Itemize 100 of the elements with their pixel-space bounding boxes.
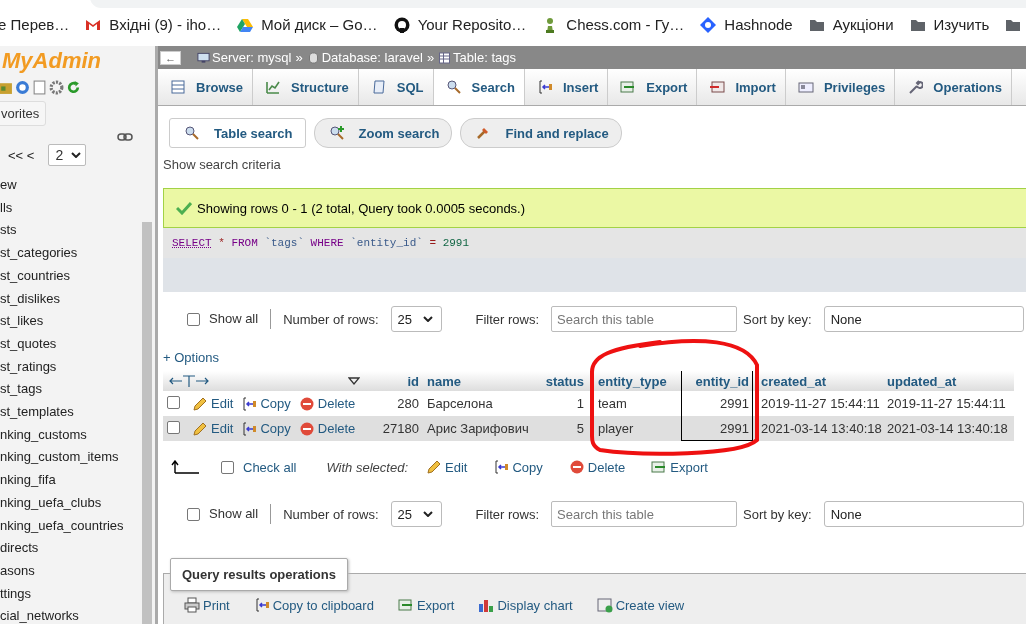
breadcrumb-separator: » [426,50,435,65]
tab[interactable]: Export [608,69,698,105]
sql-token: `entity_id` [350,237,423,249]
page-previous-link[interactable]: << < [8,147,35,163]
operation-link[interactable]: Print [184,597,230,613]
search-mode-button[interactable]: Zoom search [313,118,453,148]
table-link[interactable]: nking_custom_items [0,446,141,470]
table-link[interactable]: st_ratings [0,355,141,379]
options-link[interactable]: + Options [163,350,219,365]
rows-label: Number of rows: [283,311,379,327]
filter-field[interactable]: Search this table [551,306,738,332]
operation-link[interactable]: Copy to clipboard [253,597,374,613]
show-search-criteria-link[interactable]: Show search criteria [163,157,1026,172]
sort-select[interactable]: None [823,501,1024,527]
operation-link[interactable]: Export [397,597,455,613]
search-mode-button[interactable]: Table search [169,118,306,148]
sql-token: `tags` [264,237,304,249]
collapse-button[interactable]: ← [160,50,181,65]
bookmark[interactable]: Hashnode [700,16,793,33]
check-all-link[interactable]: Check all [243,459,297,475]
table-link[interactable]: st_templates [0,401,141,424]
favorites-button[interactable]: vorites [0,101,47,126]
table-cell: Барселона [423,391,535,416]
table-cell: team [590,391,681,416]
bookmark[interactable]: Chess.com - Гу… [542,16,685,33]
table-link[interactable]: cial_networks [0,605,141,624]
tab[interactable]: Import [697,69,786,105]
rows-select[interactable]: 25 [390,306,442,332]
edit-link[interactable]: Edit [192,395,234,412]
copy-link[interactable]: Copy [241,395,291,412]
column-header[interactable]: id [407,373,419,389]
edit-link[interactable]: Edit [192,420,234,437]
breadcrumb-link[interactable]: Table: tags [438,50,516,65]
table-link[interactable]: directs [0,537,141,560]
message-text: Showing rows 0 - 1 (2 total, Query took 0.0005 seconds.) [197,200,526,216]
sql-token: * [218,237,225,249]
panel-title: Query results operations [170,558,348,591]
delete-link[interactable]: Delete [298,420,356,437]
operation-link[interactable]: Create view [596,597,685,613]
sort-select[interactable]: None [823,306,1024,332]
tab[interactable]: Insert [524,69,609,105]
filter-label: Filter rows: [475,506,540,522]
delete-link[interactable]: Delete [298,395,356,412]
table-cell: 2991 [681,416,753,441]
table-cell: 1 [535,391,590,416]
tab[interactable]: Structure [252,69,359,105]
rows-label: Number of rows: [283,506,379,522]
bookmark[interactable]: Аукціони [808,16,894,33]
sort-label: Sort by key: [743,506,812,522]
bulk-action-link[interactable]: Export [651,459,708,475]
table-link[interactable]: ttings [0,582,141,606]
search-mode-button[interactable]: Find and replace [460,118,622,148]
table-cell: Арис Зарифович [423,416,535,441]
table-cell: 2991 [681,391,753,416]
breadcrumb-link[interactable]: Server: mysql [197,50,292,65]
bulk-action-link[interactable]: Delete [568,459,626,475]
tab[interactable]: Operations [895,69,1012,105]
tab[interactable]: Browse [158,69,253,105]
bookmark[interactable]: Мой диск – Go… [237,16,378,33]
table-cell: 2019-11-27 15:44:11 [753,391,883,416]
sql-token: 2991 [442,237,470,249]
table-link[interactable]: nking_uefa_clubs [0,491,141,515]
table-link[interactable]: st_tags [0,378,141,402]
rows-select[interactable]: 25 [390,501,442,527]
bulk-action-link[interactable]: Copy [493,459,543,475]
table-link[interactable]: nking_customs [0,423,141,447]
table-link[interactable]: ew [0,174,141,197]
table-cell: 5 [535,416,590,441]
page-select[interactable]: 2 [48,144,87,166]
breadcrumb-link[interactable]: Database: laravel [306,50,423,65]
breadcrumb-separator: » [295,50,303,65]
sql-token: FROM [231,237,258,249]
table-link[interactable]: st_countries [0,264,141,288]
filter-field[interactable]: Search this table [551,501,738,527]
table-link[interactable]: st_likes [0,310,141,333]
table-link[interactable]: sts [0,219,141,243]
bookmark[interactable]: Изучить [909,16,990,33]
table-link[interactable]: nking_uefa_countries [0,514,141,538]
tab[interactable]: Search [433,69,525,105]
table-cell: 280 [370,391,423,416]
show-all-label: Show all [209,505,259,521]
with-selected-label: With selected: [326,459,408,475]
filter-label: Filter rows: [475,311,540,327]
operation-link[interactable]: Display chart [478,597,573,613]
tab[interactable]: SQL [358,69,434,105]
sql-keyword-link[interactable]: SELECT [172,237,212,249]
bookmark[interactable]: Вхідні (9) - iho… [85,16,222,33]
table-cell: 2021-03-14 13:40:18 [753,416,883,441]
table-link[interactable]: st_categories [0,242,141,265]
table-link[interactable]: asons [0,559,141,583]
table-link[interactable]: st_quotes [0,332,141,356]
sort-label: Sort by key: [743,311,812,327]
table-link[interactable]: st_dislikes [0,287,141,311]
copy-link[interactable]: Copy [241,420,291,437]
table-link[interactable]: lls [0,196,141,220]
sql-token: = [429,237,437,249]
bulk-action-link[interactable]: Edit [426,459,468,475]
table-link[interactable]: nking_fifa [0,469,141,492]
tab[interactable]: Privileges [785,69,896,105]
bookmark[interactable]: Your Reposito… [393,16,527,33]
